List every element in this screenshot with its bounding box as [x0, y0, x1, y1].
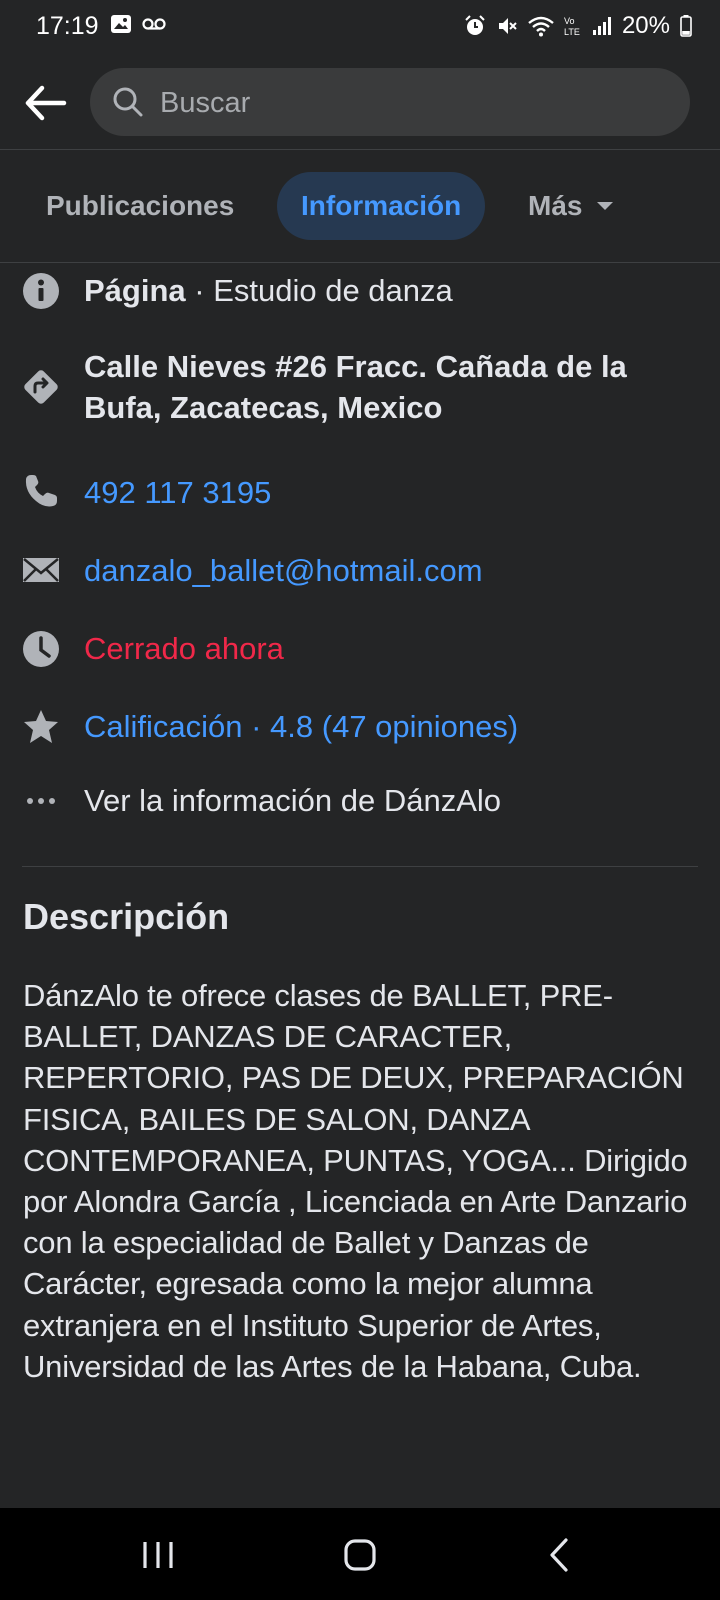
directions-icon	[24, 370, 58, 404]
back-button[interactable]	[22, 80, 68, 126]
mute-icon	[498, 18, 517, 34]
recent-apps-button[interactable]	[133, 1530, 183, 1580]
recent-apps-icon	[143, 1542, 173, 1568]
description-text: DánzAlo te ofrece clases de BALLET, PRE-…	[23, 978, 688, 1384]
alarm-icon	[465, 15, 485, 35]
status-bar: 17:19 Vo LTE 20%	[0, 0, 720, 52]
image-icon	[111, 15, 131, 33]
top-bar	[0, 52, 720, 150]
system-back-button[interactable]	[536, 1530, 586, 1580]
tab-label: Más	[528, 190, 583, 221]
clock-icon	[23, 631, 59, 667]
star-icon	[24, 710, 58, 743]
phone-icon	[25, 475, 57, 507]
tab-label: Publicaciones	[46, 190, 235, 221]
category-label: Página	[84, 273, 186, 308]
signal-icon	[592, 17, 611, 35]
search-icon	[113, 87, 143, 117]
address-text: Calle Nieves #26 Fracc. Cañada de la Buf…	[84, 349, 627, 425]
battery-percent: 20%	[621, 12, 670, 39]
svg-text:Vo: Vo	[564, 16, 575, 26]
tab-publicaciones[interactable]: Publicaciones	[26, 172, 254, 240]
home-button[interactable]	[335, 1530, 385, 1580]
more-dots-icon	[27, 798, 55, 804]
description-title: Descripción	[23, 896, 230, 937]
tab-label: Información	[301, 190, 462, 221]
hours-status: Cerrado ahora	[84, 631, 284, 666]
section-divider	[22, 866, 698, 867]
info-icon	[23, 273, 59, 309]
page-tabs: Publicaciones Información Más	[0, 150, 720, 263]
system-nav-bar	[0, 1508, 720, 1600]
home-icon	[344, 1539, 376, 1571]
system-back-icon	[550, 1538, 568, 1572]
svg-text:LTE: LTE	[564, 27, 580, 37]
search-input[interactable]	[158, 68, 662, 138]
phone-link[interactable]: 492 117 3195	[84, 472, 690, 513]
caret-down-icon	[597, 202, 614, 210]
tab-informacion[interactable]: Información	[277, 172, 486, 240]
rating-link[interactable]: Calificación · 4.8 (47 opiniones)	[84, 706, 690, 747]
search-box[interactable]	[90, 68, 690, 138]
status-time: 17:19	[36, 12, 99, 40]
tab-mas[interactable]: Más	[508, 172, 634, 240]
battery-icon	[680, 15, 692, 37]
category-value: · Estudio de danza	[185, 273, 453, 308]
see-more-text[interactable]: Ver la información de DánzAlo	[84, 780, 690, 821]
email-link[interactable]: danzalo_ballet@hotmail.com	[84, 550, 690, 591]
volte-icon: VoLTE	[564, 16, 580, 37]
email-icon	[23, 558, 59, 582]
wifi-icon	[528, 16, 554, 37]
voicemail-icon	[142, 18, 166, 30]
back-arrow-icon	[25, 85, 67, 121]
